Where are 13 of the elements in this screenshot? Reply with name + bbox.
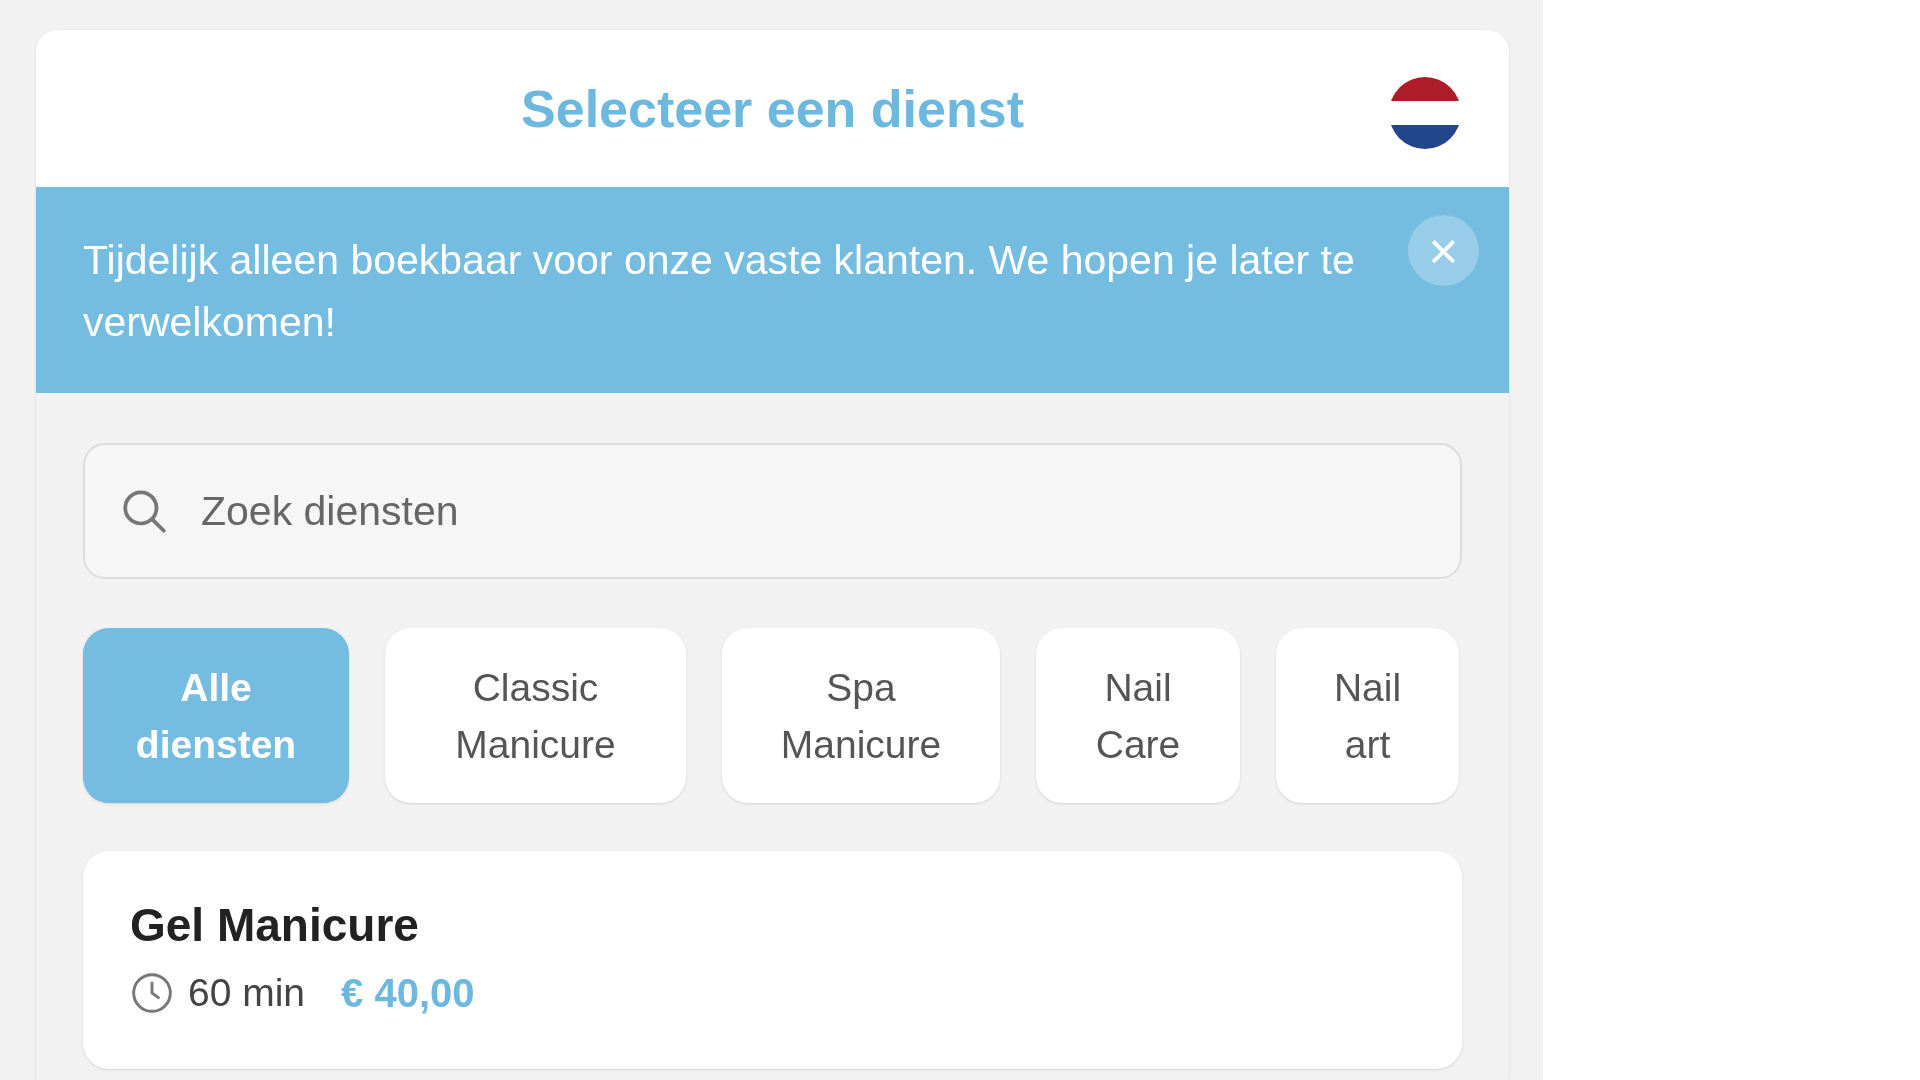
clock-icon [130, 971, 174, 1015]
service-card[interactable]: Gel Manicure 60 min € 40,00 [83, 851, 1462, 1069]
notice-message: Tijdelijk alleen boekbaar voor onze vaste klanten. We hopen je later te verwelkomen! [83, 236, 1356, 347]
service-name: Gel Manicure [130, 898, 420, 953]
category-tab[interactable]: Nail Care [1036, 628, 1240, 803]
category-tab[interactable]: Spa Manicure [722, 628, 1000, 803]
flag-icon[interactable] [1389, 77, 1461, 149]
service-duration: 60 min [188, 969, 306, 1016]
category-tab[interactable]: Nail art [1276, 628, 1459, 803]
service-price: € 40,00 [341, 970, 475, 1017]
page-title: Selecteer een dienst [521, 78, 1024, 140]
search-field[interactable]: Zoek diensten [83, 443, 1462, 579]
category-tab[interactable]: Classic Manicure [385, 628, 686, 803]
